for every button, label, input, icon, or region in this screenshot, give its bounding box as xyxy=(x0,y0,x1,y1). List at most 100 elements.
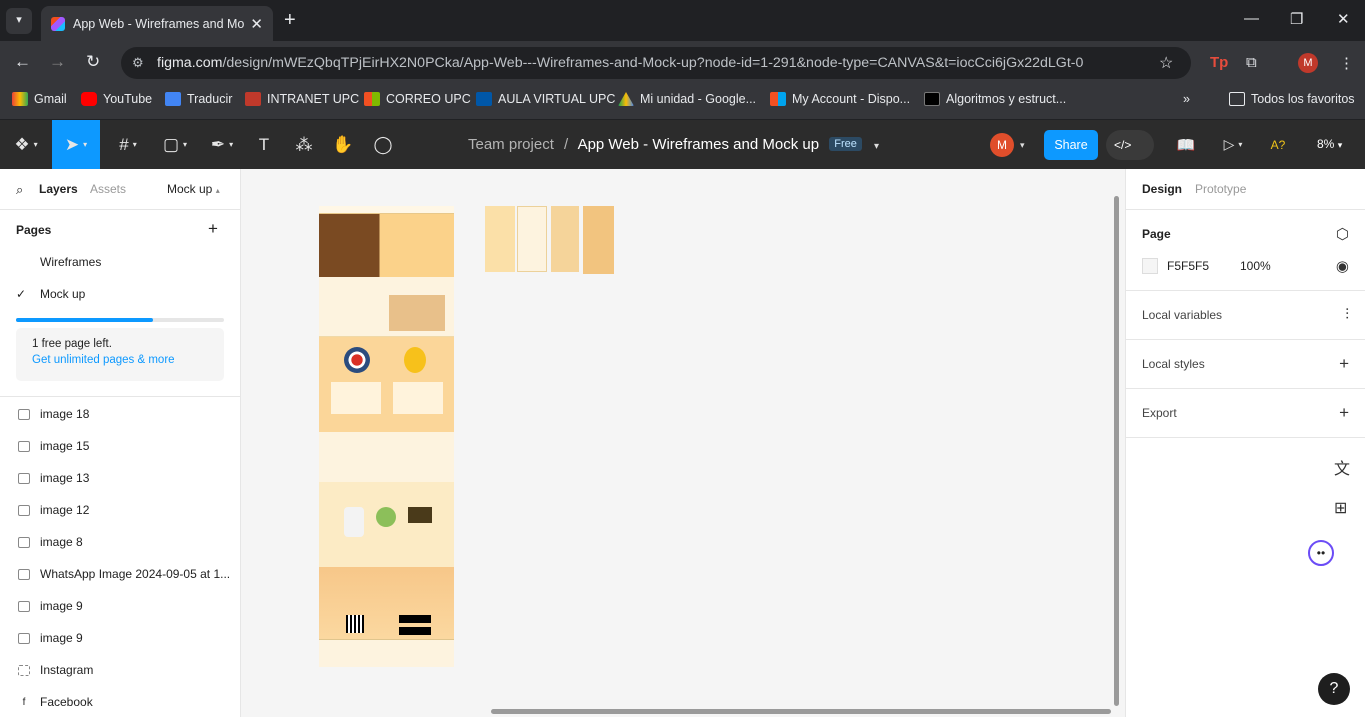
layer-item[interactable]: image 13 xyxy=(18,471,233,485)
page-settings-icon[interactable]: ⬡ xyxy=(1336,225,1349,243)
add-export-icon[interactable]: + xyxy=(1339,403,1349,423)
frame-icon: # xyxy=(119,134,129,154)
tab-design[interactable]: Design xyxy=(1142,182,1182,196)
chevron-down-icon[interactable]: ▾ xyxy=(874,141,879,152)
design-canvas[interactable] xyxy=(241,169,1125,717)
library-button[interactable]: 📖 xyxy=(1174,120,1198,169)
mobile-screen-1 xyxy=(485,206,515,272)
variables-icon[interactable]: ⫶ xyxy=(1345,306,1349,323)
sushi-image xyxy=(408,507,432,523)
bookmark-correo-upc[interactable]: CORREO UPC xyxy=(364,92,471,106)
image-icon xyxy=(18,632,30,644)
text-tool-button[interactable]: T xyxy=(252,120,276,169)
bg-color-swatch[interactable] xyxy=(1142,258,1158,274)
tab-assets[interactable]: Assets xyxy=(90,182,126,196)
hand-tool-button[interactable]: ✋ xyxy=(331,120,355,169)
layer-item[interactable]: image 12 xyxy=(18,503,233,517)
bg-opacity-value[interactable]: 100% xyxy=(1240,259,1271,273)
horizontal-scrollbar[interactable] xyxy=(491,709,1111,714)
bookmark-traducir[interactable]: Traducir xyxy=(165,92,232,106)
all-bookmarks-folder[interactable]: Todos los favoritos xyxy=(1229,92,1355,106)
mockup-frame-mobile[interactable] xyxy=(485,206,614,274)
more-bookmarks-icon[interactable]: » xyxy=(1183,92,1190,106)
bookmark-intranet-upc[interactable]: INTRANET UPC xyxy=(245,92,359,106)
site-info-icon[interactable]: ⚙ xyxy=(132,47,144,79)
profile-avatar[interactable]: M xyxy=(1298,53,1318,73)
extensions-puzzle-icon[interactable]: ⧉ xyxy=(1246,54,1257,71)
progress-fill xyxy=(16,318,154,322)
layer-item[interactable]: f Facebook xyxy=(18,695,233,709)
layer-item[interactable]: image 9 xyxy=(18,599,233,613)
tab-search-button[interactable]: ▾ xyxy=(6,8,32,34)
assistant-bot-icon[interactable]: •• xyxy=(1308,540,1334,566)
forward-icon[interactable]: → xyxy=(49,52,66,72)
pen-tool-button[interactable]: ✒ ▾ xyxy=(204,120,240,169)
page-dropdown[interactable]: Mock up ▴ xyxy=(167,182,220,196)
bookmark-mi-unidad[interactable]: Mi unidad - Google... xyxy=(618,92,756,106)
new-tab-button[interactable]: + xyxy=(284,9,296,32)
layer-item[interactable]: image 8 xyxy=(18,535,233,549)
tab-title: App Web - Wireframes and Mo xyxy=(73,16,245,31)
present-button[interactable]: ▷ ▾ xyxy=(1216,120,1250,169)
zoom-dropdown[interactable]: 8% ▾ xyxy=(1317,137,1342,151)
back-icon[interactable]: ← xyxy=(14,52,31,72)
bookmark-youtube[interactable]: YouTube xyxy=(81,92,152,106)
restore-icon[interactable]: ❐ xyxy=(1290,10,1303,28)
chevron-down-icon[interactable]: ▾ xyxy=(1020,140,1025,151)
tab-layers[interactable]: Layers xyxy=(39,182,78,196)
main-menu-button[interactable]: ❖ ▾ xyxy=(8,120,44,169)
accessibility-button[interactable]: A? xyxy=(1266,120,1290,169)
resources-button[interactable]: ⁂ xyxy=(292,120,316,169)
page-item-wireframes[interactable]: Wireframes xyxy=(40,255,101,269)
layer-item[interactable]: image 18 xyxy=(18,407,233,421)
cursor-icon: ➤ xyxy=(64,134,80,154)
hand-icon: ✋ xyxy=(332,134,354,154)
apps-grid-icon[interactable]: ⊞ xyxy=(1334,498,1347,518)
bookmark-my-account[interactable]: My Account - Dispo... xyxy=(770,92,910,106)
image-icon xyxy=(18,568,30,580)
bookmark-gmail[interactable]: Gmail xyxy=(12,92,67,106)
team-name[interactable]: Team project xyxy=(468,136,554,153)
layer-item[interactable]: image 9 xyxy=(18,631,233,645)
bookmark-algoritmos[interactable]: Algoritmos y estruct... xyxy=(924,92,1066,106)
browser-menu-icon[interactable]: ⋮ xyxy=(1339,54,1354,72)
dev-mode-toggle[interactable]: </> xyxy=(1106,130,1154,160)
close-tab-icon[interactable]: ✕ xyxy=(250,15,263,33)
close-window-icon[interactable]: ✕ xyxy=(1337,10,1350,28)
mobile-screen-2 xyxy=(517,206,547,272)
minimize-icon[interactable]: — xyxy=(1244,10,1259,27)
layer-item[interactable]: image 15 xyxy=(18,439,233,453)
move-tool-button[interactable]: ➤ ▾ xyxy=(52,120,100,169)
bookmark-aula-virtual[interactable]: AULA VIRTUAL UPC xyxy=(476,92,615,106)
layer-item[interactable]: WhatsApp Image 2024-09-05 at 1... xyxy=(18,567,233,581)
right-panel: Design Prototype Page ⬡ F5F5F5 100% ◉ Lo… xyxy=(1125,169,1365,717)
tab-prototype[interactable]: Prototype xyxy=(1195,182,1246,196)
url-field[interactable]: ⚙ figma.com/design/mWEzQbqTPjEirHX2N0PCk… xyxy=(121,47,1191,79)
bg-color-value[interactable]: F5F5F5 xyxy=(1167,259,1209,273)
comment-icon: ◯ xyxy=(373,134,393,154)
reload-icon[interactable]: ↻ xyxy=(86,52,100,72)
upgrade-link[interactable]: Get unlimited pages & more xyxy=(32,354,175,366)
eye-icon[interactable]: ◉ xyxy=(1336,257,1349,275)
frame-tool-button[interactable]: # ▾ xyxy=(110,120,146,169)
browser-tab[interactable]: App Web - Wireframes and Mo ✕ xyxy=(41,6,273,41)
vertical-scrollbar[interactable] xyxy=(1114,196,1119,706)
page-item-mock-up[interactable]: Mock up xyxy=(40,287,85,301)
comment-tool-button[interactable]: ◯ xyxy=(371,120,395,169)
layer-item[interactable]: Instagram xyxy=(18,663,233,677)
extension-tp-icon[interactable]: Tp xyxy=(1210,54,1228,71)
breadcrumb-separator: / xyxy=(564,136,569,153)
user-avatar[interactable]: M xyxy=(990,133,1014,157)
mockup-frame-landing[interactable] xyxy=(319,206,454,667)
add-page-icon[interactable]: + xyxy=(208,219,218,239)
bookmark-star-icon[interactable]: ☆ xyxy=(1159,53,1173,73)
search-icon[interactable]: ⌕ xyxy=(16,182,23,198)
translate-icon[interactable]: 文 xyxy=(1334,455,1350,479)
share-button[interactable]: Share xyxy=(1044,130,1098,160)
help-button[interactable]: ? xyxy=(1318,673,1350,705)
add-style-icon[interactable]: + xyxy=(1339,354,1349,374)
local-variables-label[interactable]: Local variables xyxy=(1142,308,1222,322)
shape-tool-button[interactable]: ▢ ▾ xyxy=(157,120,193,169)
file-name[interactable]: App Web - Wireframes and Mock up xyxy=(578,136,819,153)
text-icon: T xyxy=(258,134,270,154)
